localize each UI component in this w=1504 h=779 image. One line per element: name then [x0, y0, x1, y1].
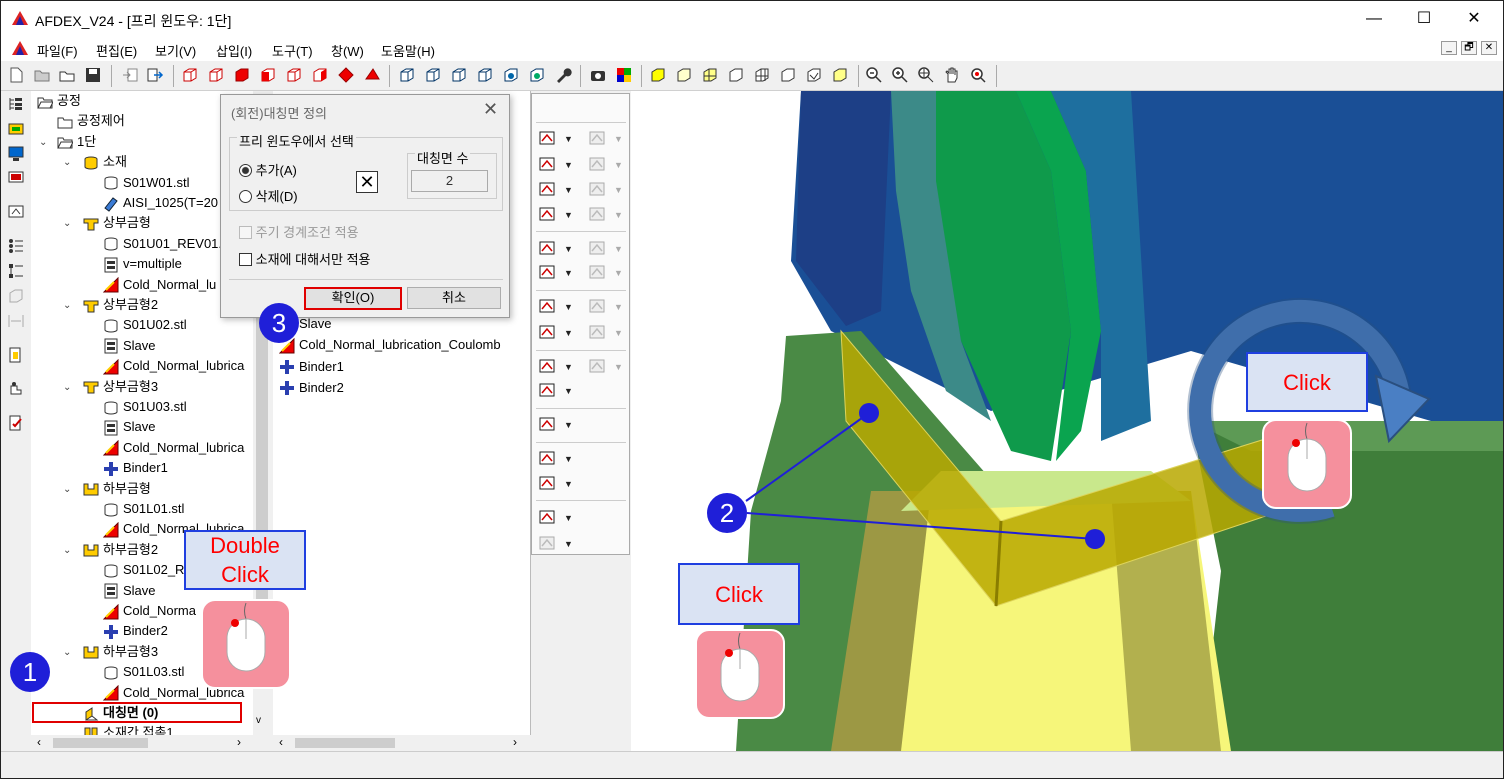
rotate-click-callout: Click	[1246, 352, 1368, 412]
app-window: AFDEX_V24 - [프리 윈도우: 1단] — ☐ ✕ 파일(F) 편집(…	[0, 0, 1504, 779]
view-click-callout: Click	[678, 563, 800, 625]
double-click-callout: Double Click	[184, 530, 306, 590]
mouse-double-click-icon	[201, 599, 291, 689]
mouse-click-view-icon	[695, 629, 785, 719]
mouse-click-rotate-icon	[1262, 419, 1352, 509]
